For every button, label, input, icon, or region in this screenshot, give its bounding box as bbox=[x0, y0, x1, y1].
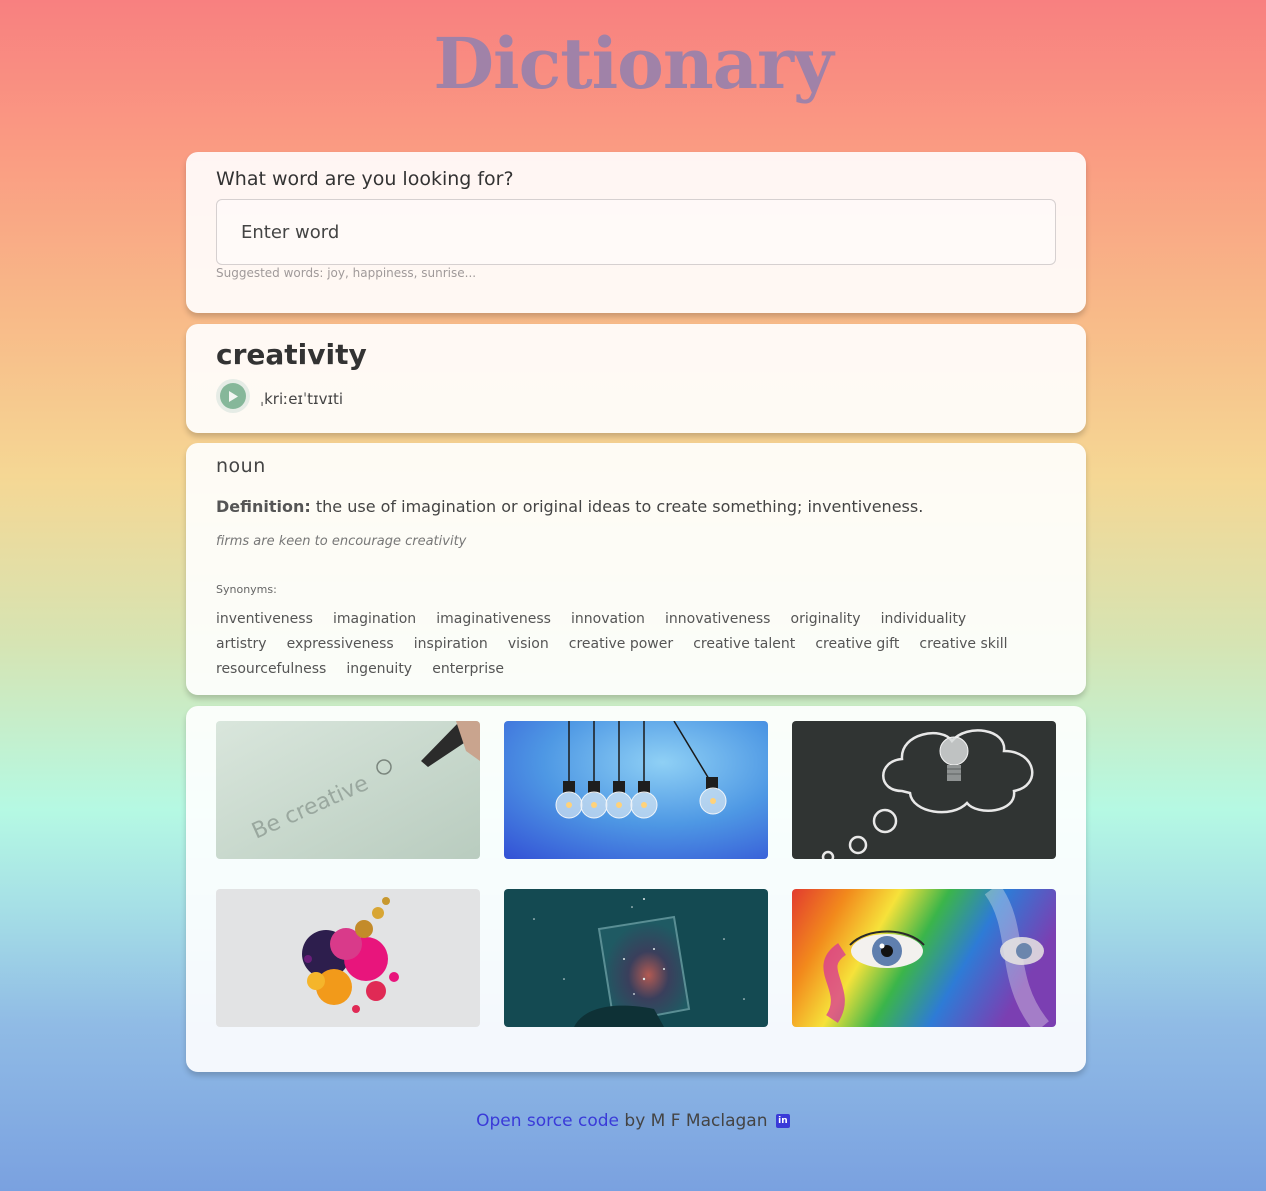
search-question: What word are you looking for? bbox=[216, 168, 514, 190]
hanging-lightbulbs-image[interactable] bbox=[504, 721, 768, 859]
synonym-item[interactable]: creative power bbox=[569, 632, 673, 656]
chalk-thought-bubble-lightbulb-image[interactable] bbox=[792, 721, 1056, 859]
footer: Open sorce code by M F Maclagan in bbox=[0, 1111, 1266, 1131]
synonym-item[interactable]: inspiration bbox=[414, 632, 488, 656]
synonym-item[interactable]: creative skill bbox=[919, 632, 1007, 656]
phonetic-text: ˌkriːeɪˈtɪvɪti bbox=[260, 390, 344, 408]
synonym-item[interactable]: expressiveness bbox=[287, 632, 394, 656]
images-card: Be creative bbox=[186, 706, 1086, 1072]
synonym-item[interactable]: enterprise bbox=[432, 657, 504, 681]
definition-text: the use of imagination or original ideas… bbox=[315, 497, 924, 516]
synonym-item[interactable]: vision bbox=[508, 632, 549, 656]
starry-jar-image[interactable] bbox=[504, 889, 768, 1027]
play-audio-button[interactable] bbox=[216, 379, 250, 413]
synonyms-label: Synonyms: bbox=[216, 583, 277, 596]
word-card: creativity ˌkriːeɪˈtɪvɪti bbox=[186, 324, 1086, 433]
be-creative-pen-image[interactable]: Be creative bbox=[216, 721, 480, 859]
meaning-card: noun Definition: the use of imagination … bbox=[186, 443, 1086, 695]
synonym-item[interactable]: imagination bbox=[333, 607, 416, 631]
search-card: What word are you looking for? Suggested… bbox=[186, 152, 1086, 313]
footer-author-text: by M F Maclagan bbox=[619, 1111, 773, 1131]
example-text: firms are keen to encourage creativity bbox=[216, 534, 467, 549]
word-heading: creativity bbox=[216, 338, 367, 371]
definition-label: Definition: bbox=[216, 497, 311, 516]
rainbow-face-paint-eye-image[interactable] bbox=[792, 889, 1056, 1027]
page-title: Dictionary bbox=[433, 22, 833, 105]
paint-splash-image[interactable] bbox=[216, 889, 480, 1027]
image-grid: Be creative bbox=[216, 721, 1056, 1027]
synonym-item[interactable]: resourcefulness bbox=[216, 657, 326, 681]
search-input[interactable] bbox=[216, 199, 1056, 265]
definition: Definition: the use of imagination or or… bbox=[216, 497, 1056, 516]
synonym-item[interactable]: innovation bbox=[571, 607, 645, 631]
synonym-item[interactable]: creative gift bbox=[815, 632, 899, 656]
linkedin-icon[interactable]: in bbox=[775, 1114, 790, 1128]
synonym-item[interactable]: artistry bbox=[216, 632, 267, 656]
phonetic-row: ˌkriːeɪˈtɪvɪti bbox=[216, 379, 1056, 413]
synonym-item[interactable]: inventiveness bbox=[216, 607, 313, 631]
synonym-item[interactable]: individuality bbox=[881, 607, 967, 631]
synonym-item[interactable]: imaginativeness bbox=[436, 607, 551, 631]
synonym-item[interactable]: ingenuity bbox=[346, 657, 412, 681]
source-code-link[interactable]: Open sorce code bbox=[476, 1111, 619, 1131]
synonym-item[interactable]: innovativeness bbox=[665, 607, 770, 631]
synonym-item[interactable]: originality bbox=[791, 607, 861, 631]
part-of-speech: noun bbox=[216, 455, 266, 477]
play-icon bbox=[220, 383, 246, 409]
search-hint: Suggested words: joy, happiness, sunrise… bbox=[216, 266, 477, 280]
synonyms-list: inventiveness imagination imaginativenes… bbox=[216, 606, 1046, 681]
synonym-item[interactable]: creative talent bbox=[693, 632, 795, 656]
